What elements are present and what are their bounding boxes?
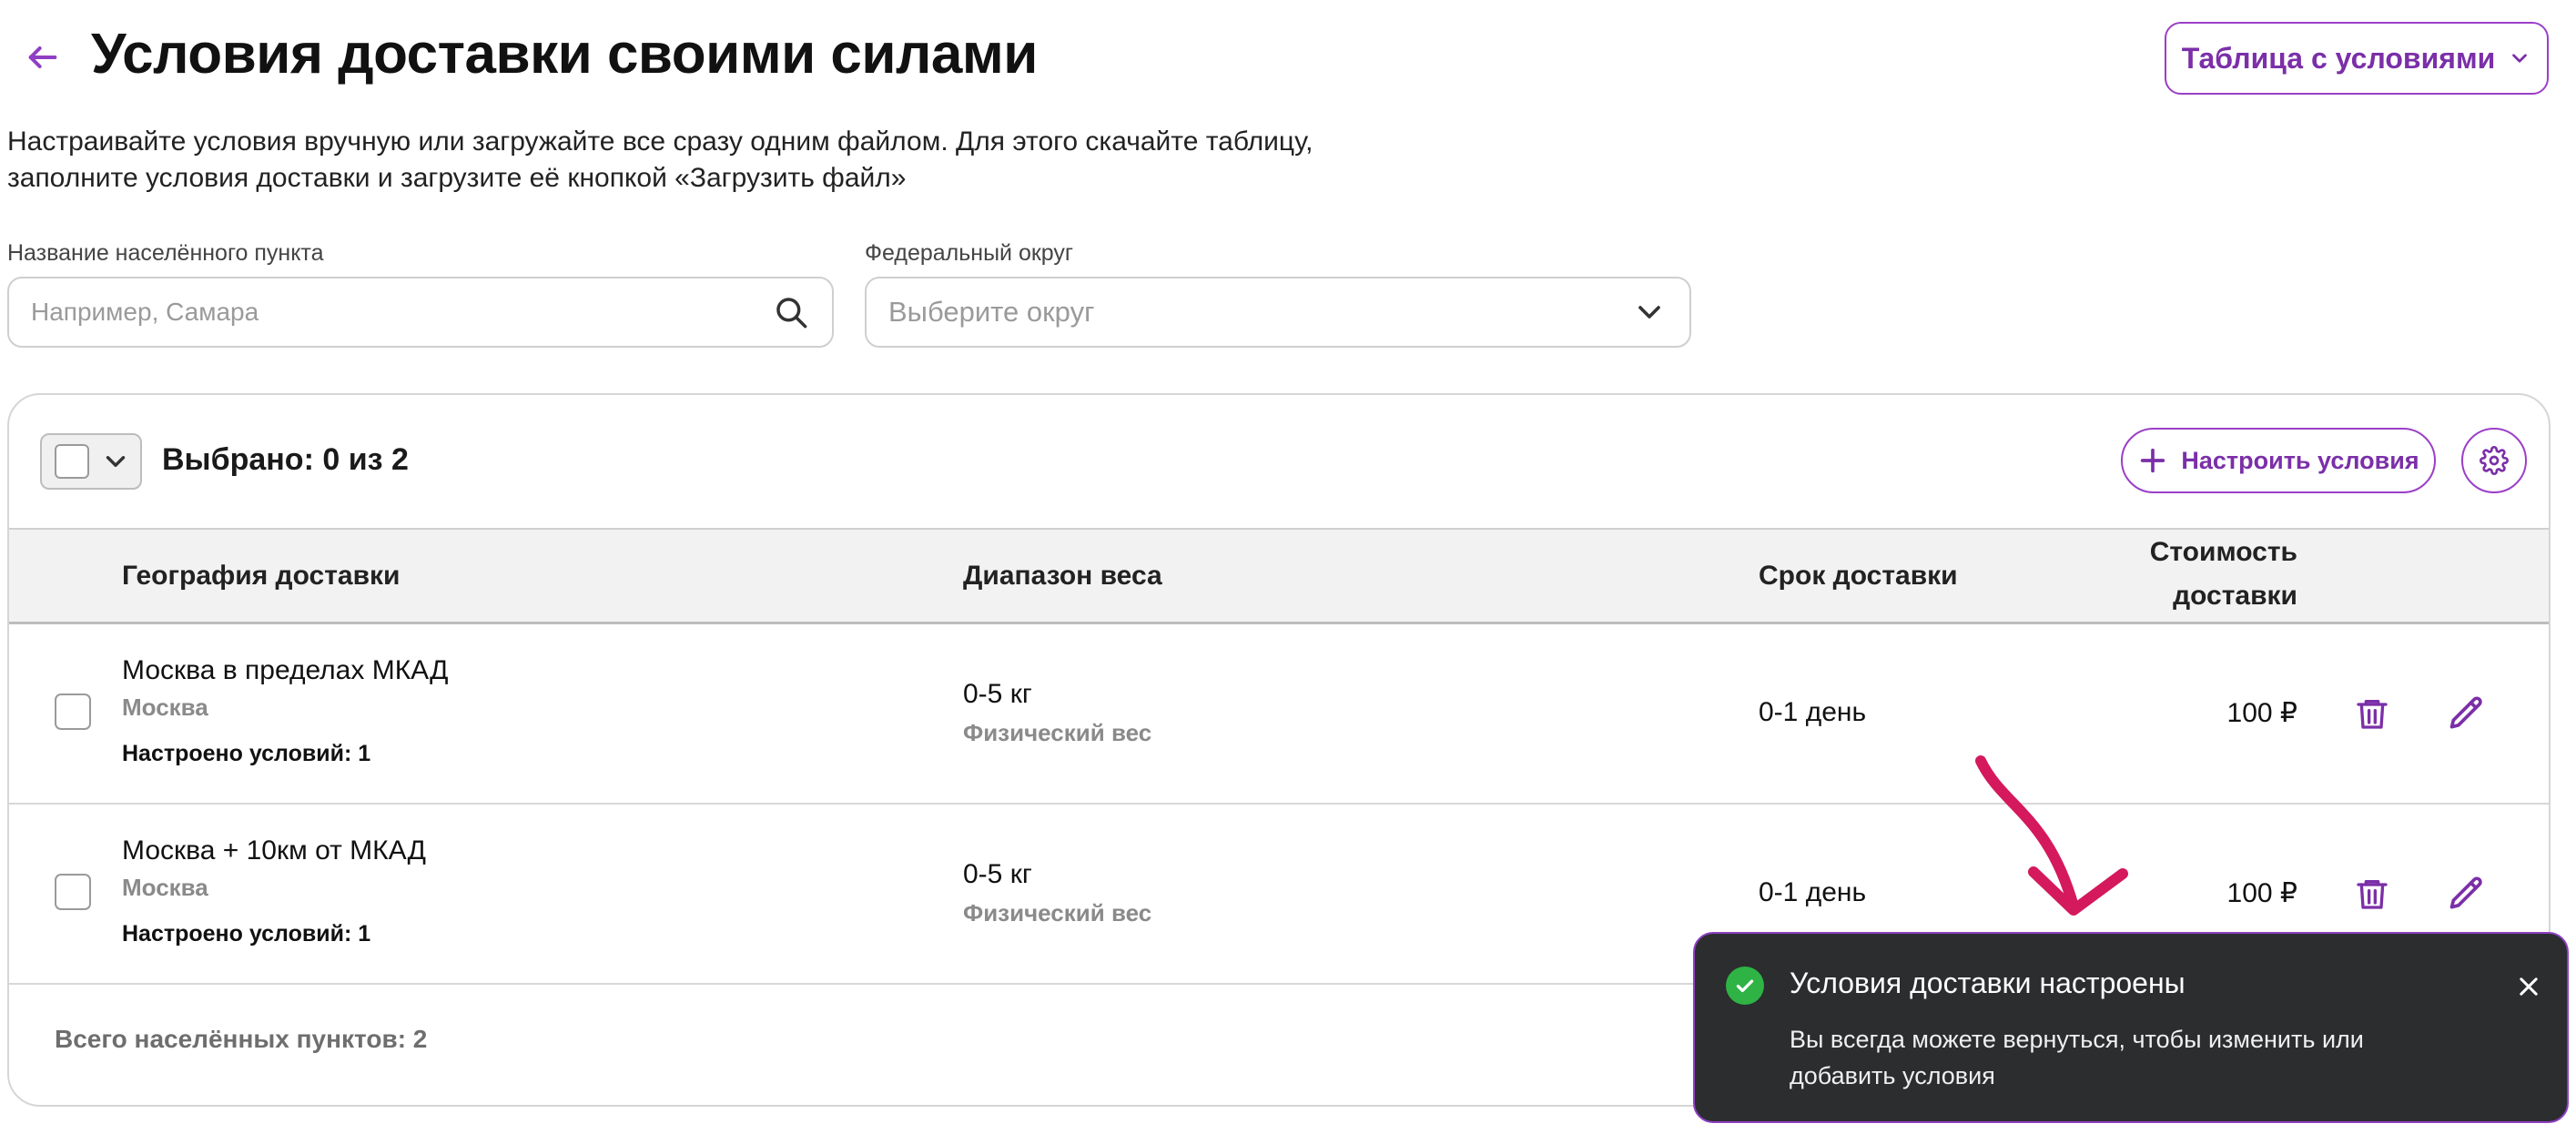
chevron-down-icon (2512, 54, 2528, 63)
row-conditions-count: Настроено условий: 1 (122, 741, 371, 766)
table-header: География доставки Диапазон веса Срок до… (9, 528, 2549, 624)
pencil-icon (2449, 696, 2482, 729)
select-all-dropdown[interactable] (40, 433, 142, 490)
column-cost: Стоимость доставки (2150, 537, 2297, 612)
total-cities: Всего населённых пунктов: 2 (55, 1025, 428, 1053)
row-cost: 100 ₽ (2226, 698, 2297, 728)
page-title: Условия доставки своими силами (91, 23, 1038, 86)
arrow-left-icon (28, 46, 57, 68)
row-term: 0-1 день (1759, 697, 1867, 727)
row-weight-type: Физический вес (963, 719, 1152, 746)
city-search-field[interactable] (7, 277, 834, 348)
toast-close-button[interactable] (2510, 968, 2547, 1005)
page-description: Настраивайте условия вручную или загружа… (7, 127, 1313, 193)
row-term: 0-1 день (1759, 877, 1867, 907)
trash-icon (2357, 880, 2388, 909)
row-cost: 100 ₽ (2226, 878, 2297, 908)
row-geography: Москва + 10км от МКАД (122, 835, 426, 866)
delete-button[interactable] (2347, 868, 2398, 919)
conditions-table-button-label: Таблица с условиями (2181, 41, 2496, 75)
column-geography: География доставки (122, 561, 401, 591)
table-toolbar: Выбрано: 0 из 2 Настроить условия (9, 395, 2549, 530)
table-settings-button[interactable] (2461, 428, 2527, 493)
edit-button[interactable] (2441, 868, 2492, 919)
chevron-down-icon[interactable] (100, 446, 131, 477)
delete-button[interactable] (2347, 688, 2398, 739)
annotation-arrow-icon (1975, 755, 2128, 916)
trash-icon (2357, 700, 2388, 729)
district-select-placeholder: Выберите округ (888, 296, 1095, 328)
row-checkbox[interactable] (55, 874, 91, 910)
check-circle-icon (1726, 967, 1764, 1005)
chevron-down-icon (1638, 306, 1660, 319)
success-toast: Условия доставки настроены Вы всегда мож… (1693, 932, 2569, 1123)
row-region: Москва (122, 874, 208, 901)
toast-message: Вы всегда можете вернуться, чтобы измени… (1790, 1026, 2364, 1089)
search-icon[interactable] (772, 292, 810, 332)
gear-icon (2480, 446, 2509, 475)
configure-conditions-button[interactable]: Настроить условия (2121, 428, 2436, 493)
row-region: Москва (122, 694, 208, 721)
table-row: Москва в пределах МКАД Москва Настроено … (9, 624, 2549, 805)
column-cost-line1: Стоимость (2149, 537, 2297, 567)
row-geography: Москва в пределах МКАД (122, 655, 449, 685)
select-all-checkbox[interactable] (55, 444, 89, 479)
plus-icon (2141, 448, 2165, 473)
city-search-input[interactable] (31, 298, 773, 327)
city-filter-label: Название населённого пункта (7, 240, 324, 266)
district-filter-label: Федеральный округ (865, 240, 1074, 266)
toast-title: Условия доставки настроены (1790, 967, 2186, 999)
pencil-icon (2449, 876, 2482, 909)
back-button[interactable] (20, 35, 66, 80)
conditions-table-button[interactable]: Таблица с условиями (2165, 22, 2549, 95)
row-weight: 0-5 кг (963, 679, 1032, 709)
edit-button[interactable] (2441, 688, 2492, 739)
configure-conditions-button-label: Настроить условия (2181, 446, 2419, 474)
column-term: Срок доставки (1759, 561, 1958, 591)
row-checkbox[interactable] (55, 694, 91, 730)
district-select[interactable]: Выберите округ (865, 277, 1691, 348)
row-weight: 0-5 кг (963, 859, 1032, 889)
row-weight-type: Физический вес (963, 899, 1152, 926)
close-icon (2520, 977, 2538, 996)
column-cost-line2: доставки (2173, 581, 2297, 611)
selected-count: Выбрано: 0 из 2 (162, 442, 409, 477)
column-weight: Диапазон веса (963, 561, 1162, 591)
row-conditions-count: Настроено условий: 1 (122, 921, 371, 947)
